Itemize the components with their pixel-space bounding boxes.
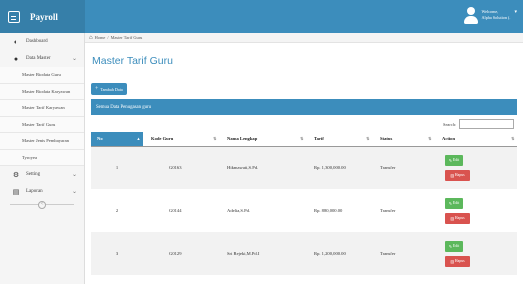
sidebar: ◐ Dashboard ● Data Master ⌄ Master Bioda… [0,33,85,284]
user-name: Alpha Solution (. [481,15,511,20]
delete-button[interactable]: ▥ Hapus [445,169,470,181]
cell-action: ✎ Edit ▥ Hapus [434,146,517,189]
delete-button[interactable]: ▥ Hapus [445,212,470,224]
column-header-no[interactable]: No ▲ [91,132,143,147]
sort-icon: ⇅ [511,136,514,141]
user-menu[interactable]: Welcome, Alpha Solution (. ▾ [463,5,517,25]
sidebar-subitem-biodata-karyawan[interactable]: Master Biodata Karyawan [0,83,84,100]
column-header-action[interactable]: Action ⇅ [434,132,517,147]
cell-tarif: Rp. 1,200,000.00 [314,251,346,256]
edit-button[interactable]: ✎ Edit [445,154,463,166]
table-row: 1 G0163 Hikmawati,S.Pd. Rp. 1,300,000.00… [91,146,517,189]
cell-status: Transfer [380,251,396,256]
breadcrumb-home[interactable]: Home [95,35,106,40]
collapse-icon[interactable]: < [38,201,46,209]
main-content: ⌂ Home / Master Tarif Guru Master Tarif … [85,33,523,284]
cell-status: Transfer [380,208,396,213]
sort-icon: ⇅ [300,136,303,141]
search-label: Search: [443,121,457,127]
panel-header: Semua Data Penugasan guru [91,99,517,115]
cell-nama-lengkap: Hikmawati,S.Pd. [227,165,259,171]
sidebar-item-label: Setting [26,172,41,177]
sidebar-subitem-tarif-guru[interactable]: Master Tarif Guru [0,116,84,133]
cell-no: 2 [115,208,119,213]
sidebar-collapse-toggle[interactable]: < [10,201,74,210]
table-row: 3 G0129 Sri Rejeki,M.Pd.I Rp. 1,200,000.… [91,232,517,275]
dashboard-icon: ◐ [13,37,19,46]
sort-icon: ⇅ [428,136,431,141]
cell-no: 1 [115,165,119,171]
home-icon[interactable]: ⌂ [89,35,93,41]
cell-action: ✎ Edit ▥ Hapus [434,232,517,275]
table-row: 2 G0144 Adelia,S.Pd. Rp. 880,000.00 Tran… [91,189,517,232]
cell-nama-lengkap: Sri Rejeki,M.Pd.I [227,251,260,256]
delete-button[interactable]: ▥ Hapus [445,255,470,267]
search-input[interactable] [459,119,515,129]
column-header-kode-guru[interactable]: Kode Guru ⇅ [143,132,219,147]
sidebar-item-setting[interactable]: ⚙ Setting ⌄ [0,166,84,183]
breadcrumb: ⌂ Home / Master Tarif Guru [85,33,523,43]
cell-tarif: Rp. 1,300,000.00 [314,165,346,171]
cell-kode-guru: G0129 [169,251,182,256]
add-data-label: Tambah Data [100,86,123,92]
top-navbar: Payroll Welcome, Alpha Solution (. ▾ [0,0,523,33]
caret-down-icon: ▾ [514,10,517,15]
breadcrumb-separator: / [107,35,109,40]
breadcrumb-current: Master Tarif Guru [110,35,143,40]
payroll-logo-icon [8,10,20,23]
column-header-status[interactable]: Status ⇅ [372,132,434,147]
sidebar-item-label: Laporan [26,189,43,194]
add-data-button[interactable]: + Tambah Data [91,83,127,95]
sidebar-item-dashboard[interactable]: ◐ Dashboard [0,33,84,50]
edit-button[interactable]: ✎ Edit [445,197,463,209]
gears-icon: ⚙ [12,170,20,179]
cell-action: ✎ Edit ▥ Hapus [434,189,517,232]
cell-tarif: Rp. 880,000.00 [314,208,343,213]
column-header-nama-lengkap[interactable]: Nama Lengkap ⇅ [219,132,306,147]
cell-kode-guru: G0163 [169,165,182,171]
brand[interactable]: Payroll [0,0,85,33]
data-table: No ▲ Kode Guru ⇅ Nama Lengkap ⇅ Tarif ⇅ … [91,132,517,275]
sort-asc-icon: ▲ [136,136,141,141]
cell-kode-guru: G0144 [169,208,182,213]
chevron-down-icon: ⌄ [71,189,77,195]
cell-status: Transfer [380,165,396,171]
sidebar-item-label: Data Master [26,56,51,61]
sidebar-item-laporan[interactable]: ▤ Laporan ⌄ [0,183,84,200]
report-icon: ▤ [12,187,20,196]
chevron-down-icon: ⌄ [71,172,77,178]
page-title: Master Tarif Guru [92,55,173,67]
sort-icon: ⇅ [213,136,216,141]
chevron-down-icon: ⌄ [71,56,77,62]
app-title: Payroll [30,11,58,22]
plus-icon: + [95,86,99,92]
search-box: Search: [443,119,515,129]
cell-no: 3 [115,251,119,256]
table-header-row: No ▲ Kode Guru ⇅ Nama Lengkap ⇅ Tarif ⇅ … [91,132,517,147]
sidebar-item-label: Dashboard [26,39,48,44]
cell-nama-lengkap: Adelia,S.Pd. [227,208,251,213]
sidebar-subitem-jenis-pembayaran[interactable]: Master Jenis Pembayaran [0,133,84,150]
sidebar-subitem-tyroyea[interactable]: Tyroyea [0,149,84,166]
edit-button[interactable]: ✎ Edit [445,240,463,252]
user-avatar-icon [463,5,478,25]
sidebar-item-data-master[interactable]: ● Data Master ⌄ [0,50,84,67]
sidebar-subitem-tarif-karyawan[interactable]: Master Tarif Karyawan [0,100,84,117]
column-header-tarif[interactable]: Tarif ⇅ [306,132,372,147]
sort-icon: ⇅ [366,136,369,141]
user-icon: ● [13,54,19,63]
sidebar-subitem-biodata-guru[interactable]: Master Biodata Guru [0,67,84,84]
user-info: Welcome, Alpha Solution (. [482,9,511,21]
